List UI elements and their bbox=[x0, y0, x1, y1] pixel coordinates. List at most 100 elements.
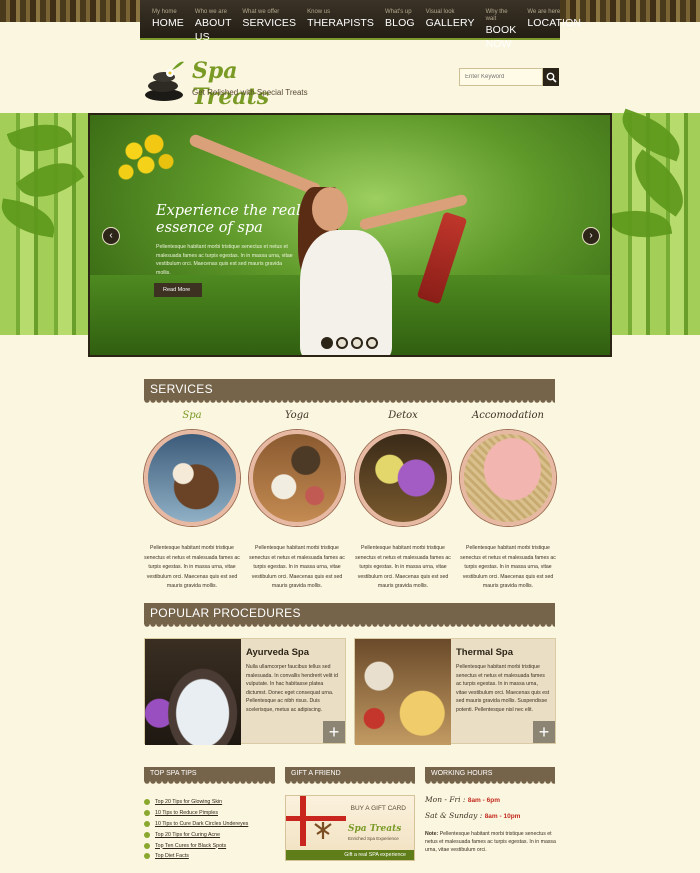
tip-link[interactable]: Top 20 Tips for Glowing Skin bbox=[144, 797, 248, 808]
tip-link[interactable]: 10 Tips to Cure Dark Circles Undereyes bbox=[144, 819, 248, 830]
procedure-image-thermal[interactable] bbox=[355, 639, 451, 745]
plus-icon[interactable]: + bbox=[533, 721, 555, 743]
bamboo-left bbox=[0, 113, 88, 335]
logo-tagline: Get Relished with Special Treats bbox=[192, 88, 308, 97]
nav-sub: Why the wait bbox=[485, 9, 508, 22]
ribbon bbox=[300, 796, 306, 846]
nav-label: GALLERY bbox=[425, 17, 475, 29]
nav-sub: What we offer bbox=[242, 9, 280, 15]
search-box bbox=[459, 68, 559, 86]
hero-arm bbox=[187, 132, 323, 197]
gift-heading: GIFT A FRIEND bbox=[285, 767, 415, 784]
ribbon bbox=[286, 816, 346, 821]
gift-card-footer: Gift a real SPA experience bbox=[286, 850, 414, 860]
tip-link[interactable]: Top Diet Facts bbox=[144, 851, 248, 862]
slider-dot-1[interactable] bbox=[321, 337, 333, 349]
weekend-label: Sat & Sunday : bbox=[425, 811, 483, 820]
nav-location[interactable]: We are here LOCATION bbox=[527, 0, 581, 38]
nav-label: LOCATION bbox=[527, 17, 582, 29]
service-image-detox[interactable] bbox=[355, 430, 451, 526]
procedure-title: Ayurveda Spa bbox=[246, 647, 310, 658]
service-text: Pellentesque habitant morbi tristique se… bbox=[144, 545, 240, 589]
nav-sub: Who we are bbox=[194, 9, 227, 15]
procedure-card-ayurveda: Ayurveda Spa Nulla ullamcorper faucibus … bbox=[144, 638, 346, 745]
service-image-yoga[interactable] bbox=[249, 430, 345, 526]
service-image-spa[interactable] bbox=[144, 430, 240, 526]
nav-label: ABOUT US bbox=[194, 17, 232, 43]
tip-text: Top 20 Tips for Curing Acne bbox=[155, 831, 221, 838]
services-heading: SERVICES bbox=[144, 379, 555, 403]
slider-dot-3[interactable] bbox=[351, 337, 363, 349]
gift-card-sub: Enriched Spa Experience bbox=[348, 836, 399, 841]
note-text: Pellentesque habitant morbi tristique se… bbox=[425, 831, 556, 854]
procedures-heading: POPULAR PROCEDURES bbox=[144, 603, 555, 627]
tip-link[interactable]: Top 20 Tips for Curing Acne bbox=[144, 829, 248, 840]
procedure-text: Pellentesque habitant morbi tristique se… bbox=[456, 664, 550, 713]
hours-note: Note: Pellentesque habitant morbi tristi… bbox=[425, 830, 560, 855]
procedure-image-ayurveda[interactable] bbox=[145, 639, 241, 745]
nav-gallery[interactable]: Visual look GALLERY bbox=[426, 0, 475, 38]
bullet-icon bbox=[144, 842, 150, 849]
bamboo-right bbox=[607, 108, 700, 335]
nav-blog[interactable]: What's up BLOG bbox=[385, 0, 415, 38]
spa-stones-icon bbox=[145, 61, 184, 101]
plus-icon[interactable]: + bbox=[323, 721, 345, 743]
bullet-icon bbox=[144, 799, 150, 806]
flower-bouquet bbox=[110, 123, 190, 193]
nav-sub: Visual look bbox=[425, 9, 455, 15]
service-text: Pellentesque habitant morbi tristique se… bbox=[249, 545, 345, 589]
weekday-time: 8am - 6pm bbox=[467, 797, 500, 804]
read-more-button[interactable]: Read More bbox=[154, 283, 202, 297]
weekday-hours: Mon - Fri : 8am - 6pm bbox=[425, 795, 560, 811]
slider-prev-arrow-icon[interactable]: ‹ bbox=[102, 227, 120, 245]
main-nav: My home HOME Who we are ABOUT US What we o… bbox=[140, 0, 581, 50]
service-title: Spa bbox=[182, 410, 202, 421]
hero-slider: Experience the real essence of spa Pelle… bbox=[88, 113, 612, 357]
slider-dot-4[interactable] bbox=[366, 337, 378, 349]
bullet-icon bbox=[144, 810, 150, 817]
weekend-time: 8am - 10pm bbox=[484, 813, 521, 820]
nav-label: BOOK NOW bbox=[485, 24, 517, 50]
slider-pagination bbox=[321, 337, 378, 349]
tips-heading: TOP SPA TIPS bbox=[144, 767, 275, 784]
service-text: Pellentesque habitant morbi tristique se… bbox=[460, 545, 556, 589]
service-image-accomodation[interactable] bbox=[460, 430, 556, 526]
tip-link[interactable]: Top Ten Cures for Black Spots bbox=[144, 840, 248, 851]
gift-card-label: BUY A GIFT CARD bbox=[350, 805, 406, 812]
nav-sub: We are here bbox=[527, 9, 561, 15]
weekday-label: Mon - Fri : bbox=[425, 795, 466, 804]
nav-book-now[interactable]: Why the wait BOOK NOW bbox=[485, 0, 517, 50]
gift-card-banner[interactable]: BUY A GIFT CARD Spa Treats Enriched Spa … bbox=[285, 795, 415, 861]
slider-next-arrow-icon[interactable]: › bbox=[582, 227, 600, 245]
hero-title: Experience the real essence of spa bbox=[156, 203, 301, 236]
nav-sub: My home bbox=[152, 9, 177, 15]
tip-link[interactable]: 10 Tips to Reduce Pimples bbox=[144, 808, 248, 819]
nav-label: THERAPISTS bbox=[307, 17, 375, 29]
tip-text: Top 20 Tips for Glowing Skin bbox=[155, 799, 223, 806]
service-spa: Spa Pellentesque habitant morbi tristiqu… bbox=[142, 410, 242, 592]
tip-text: 10 Tips to Cure Dark Circles Undereyes bbox=[155, 820, 249, 827]
search-input[interactable] bbox=[459, 68, 543, 86]
nav-sub: What's up bbox=[385, 9, 412, 15]
working-hours: Mon - Fri : 8am - 6pm Sat & Sunday : 8am… bbox=[425, 795, 560, 855]
tip-text: Top Diet Facts bbox=[155, 853, 189, 860]
tip-text: 10 Tips to Reduce Pimples bbox=[155, 810, 219, 817]
nav-home[interactable]: My home HOME bbox=[152, 0, 184, 38]
weekend-hours: Sat & Sunday : 8am - 10pm bbox=[425, 811, 560, 827]
site-logo[interactable]: Spa Treats Get Relished with Special Tre… bbox=[140, 50, 310, 110]
service-yoga: Yoga Pellentesque habitant morbi tristiq… bbox=[247, 410, 347, 592]
nav-about-us[interactable]: Who we are ABOUT US bbox=[194, 0, 231, 43]
nav-services[interactable]: What we offer SERVICES bbox=[242, 0, 296, 38]
slider-dot-2[interactable] bbox=[336, 337, 348, 349]
service-title: Accomodation bbox=[472, 410, 544, 421]
hero-text: Pellentesque habitant morbi tristique se… bbox=[156, 244, 293, 276]
logo-title: Spa Treats bbox=[192, 58, 270, 110]
hero-head bbox=[312, 187, 348, 231]
leaf-icon bbox=[314, 822, 332, 839]
note-label: Note: bbox=[425, 831, 439, 837]
service-title: Detox bbox=[388, 410, 418, 421]
nav-therapists[interactable]: Know us THERAPISTS bbox=[307, 0, 374, 38]
procedure-text: Nulla ullamcorper faucibus tellus sed ma… bbox=[246, 664, 338, 713]
search-button[interactable] bbox=[543, 68, 559, 86]
nav-label: HOME bbox=[152, 17, 184, 29]
